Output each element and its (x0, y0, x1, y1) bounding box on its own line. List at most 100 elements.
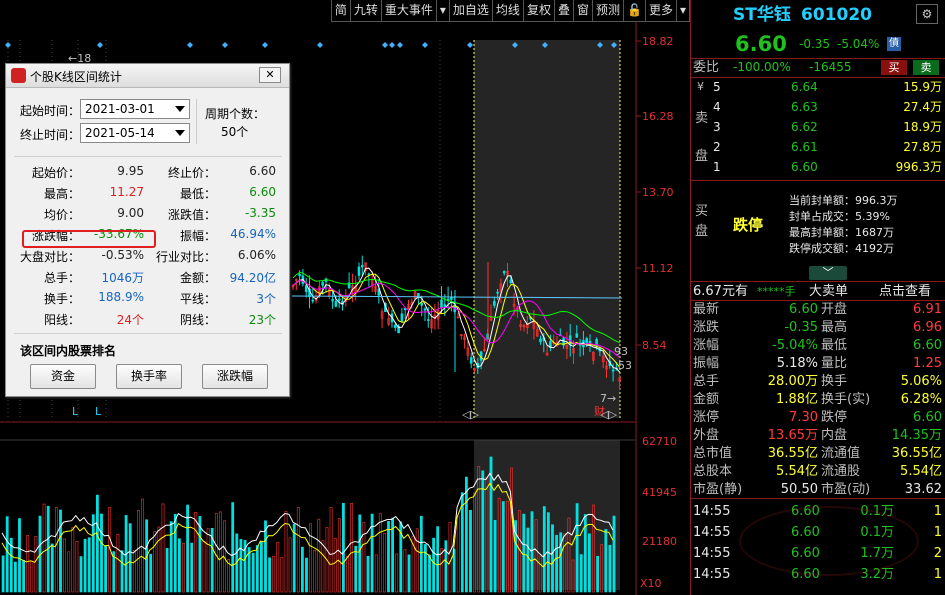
candle-body (502, 271, 506, 274)
tab-price[interactable]: 6.67元有 (693, 282, 748, 301)
quote-field-row: 涨幅 -5.04% 最低 6.60 (691, 337, 945, 355)
field-value: 1.25 (913, 356, 942, 371)
range-handle: ◁▷ (462, 408, 479, 421)
volume-bar (374, 554, 378, 593)
volume-bar (22, 559, 26, 593)
toolbar-item[interactable]: 预测 (593, 0, 624, 21)
bond-badge: 債 (887, 37, 901, 51)
volume-bar (239, 539, 243, 593)
toolbar-item[interactable]: ▾ (677, 0, 690, 21)
event-diamond-icon (187, 42, 193, 48)
close-icon[interactable]: ✕ (259, 67, 281, 83)
volume-bar (604, 529, 608, 593)
seal-line: 当前封单额：996.3万 (789, 194, 898, 207)
tab-big-sell[interactable]: 大卖单 (809, 282, 848, 301)
field-value: -0.35 (784, 320, 818, 335)
price-row: 6.60 -0.35 -5.04% 債 (691, 31, 945, 57)
volume-bar (354, 545, 358, 593)
volume-bar (522, 513, 526, 593)
volume-bar (63, 538, 67, 593)
toolbar-item[interactable]: 加自选 (450, 0, 493, 21)
field-value: 6.60 (789, 302, 818, 317)
app-logo-icon (11, 68, 26, 83)
field-label: 内盘 (821, 428, 848, 443)
price-axis-label: 11.12 (642, 262, 674, 275)
event-diamond-icon (422, 42, 428, 48)
volume-bar (18, 518, 21, 593)
ask-row[interactable]: 3 6.62 18.9万 (691, 118, 945, 137)
ask-level: 5 (713, 80, 721, 94)
candle-body (426, 319, 430, 321)
toolbar-item[interactable]: 窗 (574, 0, 593, 21)
volume-bar (575, 503, 579, 593)
toolbar-item[interactable]: 均线 (493, 0, 524, 21)
tab-detail[interactable]: 点击查看 (879, 282, 931, 301)
ask-row[interactable]: 4 6.63 27.4万 (691, 98, 945, 117)
volume-bar (403, 549, 407, 593)
field-label: 最低 (821, 338, 848, 353)
stat-label: 均价： (43, 208, 80, 222)
divider (14, 156, 282, 157)
rank-title: 该区间内股票排名 (20, 344, 117, 358)
volume-bar (214, 513, 218, 593)
rank-fund-button[interactable]: 资金 (30, 364, 96, 389)
volume-bar (219, 511, 222, 593)
price-axis-label: 18.82 (642, 35, 674, 48)
volume-bar (530, 511, 534, 593)
volume-bar (448, 522, 452, 593)
toolbar-item[interactable]: 简 (332, 0, 351, 21)
rank-change-button[interactable]: 涨跌幅 (202, 364, 268, 389)
toolbar-item[interactable]: 重大事件 (382, 0, 437, 21)
candle-body (321, 282, 325, 286)
chevron-down-icon[interactable]: ﹀ (809, 266, 847, 280)
ask-row[interactable]: 5 6.64 15.9万 (691, 78, 945, 97)
dialog-titlebar[interactable]: 个股K线区间统计 ✕ (6, 64, 289, 88)
sell-button[interactable]: 卖 (913, 60, 939, 75)
volume-bar (456, 515, 460, 593)
toolbar-item[interactable]: 复权 (524, 0, 555, 21)
event-diamond-icon (97, 42, 103, 48)
low-marker: L (95, 405, 102, 418)
app-root: 18.82 16.28 13.70 11.12 8.54 62710 41945 21180 X… (0, 0, 945, 595)
candle-body (509, 279, 513, 284)
field-value: 5.18% (776, 356, 818, 371)
volume-bar (428, 554, 431, 593)
volume-bar (75, 540, 79, 593)
price-pct: -5.04% (837, 37, 880, 51)
volume-bar (305, 557, 308, 593)
interval-stats-dialog: 个股K线区间统计 ✕ 起始时间： 2021-03-01 终止时间： 2021-0… (5, 63, 290, 397)
end-time-select[interactable]: 2021-05-14 (80, 123, 190, 143)
field-label: 最高 (821, 320, 848, 335)
ask-row[interactable]: 1 6.60 996.3万 (691, 158, 945, 177)
end-time-value: 2021-05-14 (85, 126, 155, 140)
field-value: 6.28% (900, 392, 942, 407)
toolbar-item[interactable]: ▾ (437, 0, 450, 21)
volume-bar (313, 550, 317, 593)
toolbar-item[interactable]: 九转 (351, 0, 382, 21)
toolbar-item[interactable]: 🔓 (624, 0, 646, 21)
ask-row[interactable]: 2 6.61 27.8万 (691, 138, 945, 157)
settings-icon[interactable]: ⚙ (916, 4, 938, 24)
volume-bar (296, 507, 300, 593)
volume-bar (526, 527, 530, 593)
volume-bar (83, 538, 87, 593)
quote-field-row: 振幅 5.18% 量比 1.25 (691, 355, 945, 373)
buy-button[interactable]: 买 (881, 60, 907, 75)
volume-bar (96, 494, 99, 593)
toolbar-item[interactable]: 叠 (555, 0, 574, 21)
period-label: 周期个数： (205, 107, 266, 121)
stat-value: 94.20亿 (229, 271, 276, 285)
volume-bar (116, 534, 120, 593)
rank-turnover-button[interactable]: 换手率 (116, 364, 182, 389)
tick-count: 2 (933, 546, 942, 561)
last-marker: 7→ (600, 392, 616, 405)
start-time-value: 2021-03-01 (85, 102, 155, 116)
toolbar-item[interactable]: 更多 (646, 0, 677, 21)
field-label: 涨幅 (693, 338, 720, 353)
stat-label: 最高： (43, 187, 80, 201)
start-time-select[interactable]: 2021-03-01 (80, 99, 190, 119)
tick-count: 1 (933, 567, 942, 582)
candle-body (331, 298, 334, 302)
bid-side-label: 买盘 (695, 204, 709, 239)
quote-field-row: 涨停 7.30 跌停 6.60 (691, 409, 945, 427)
